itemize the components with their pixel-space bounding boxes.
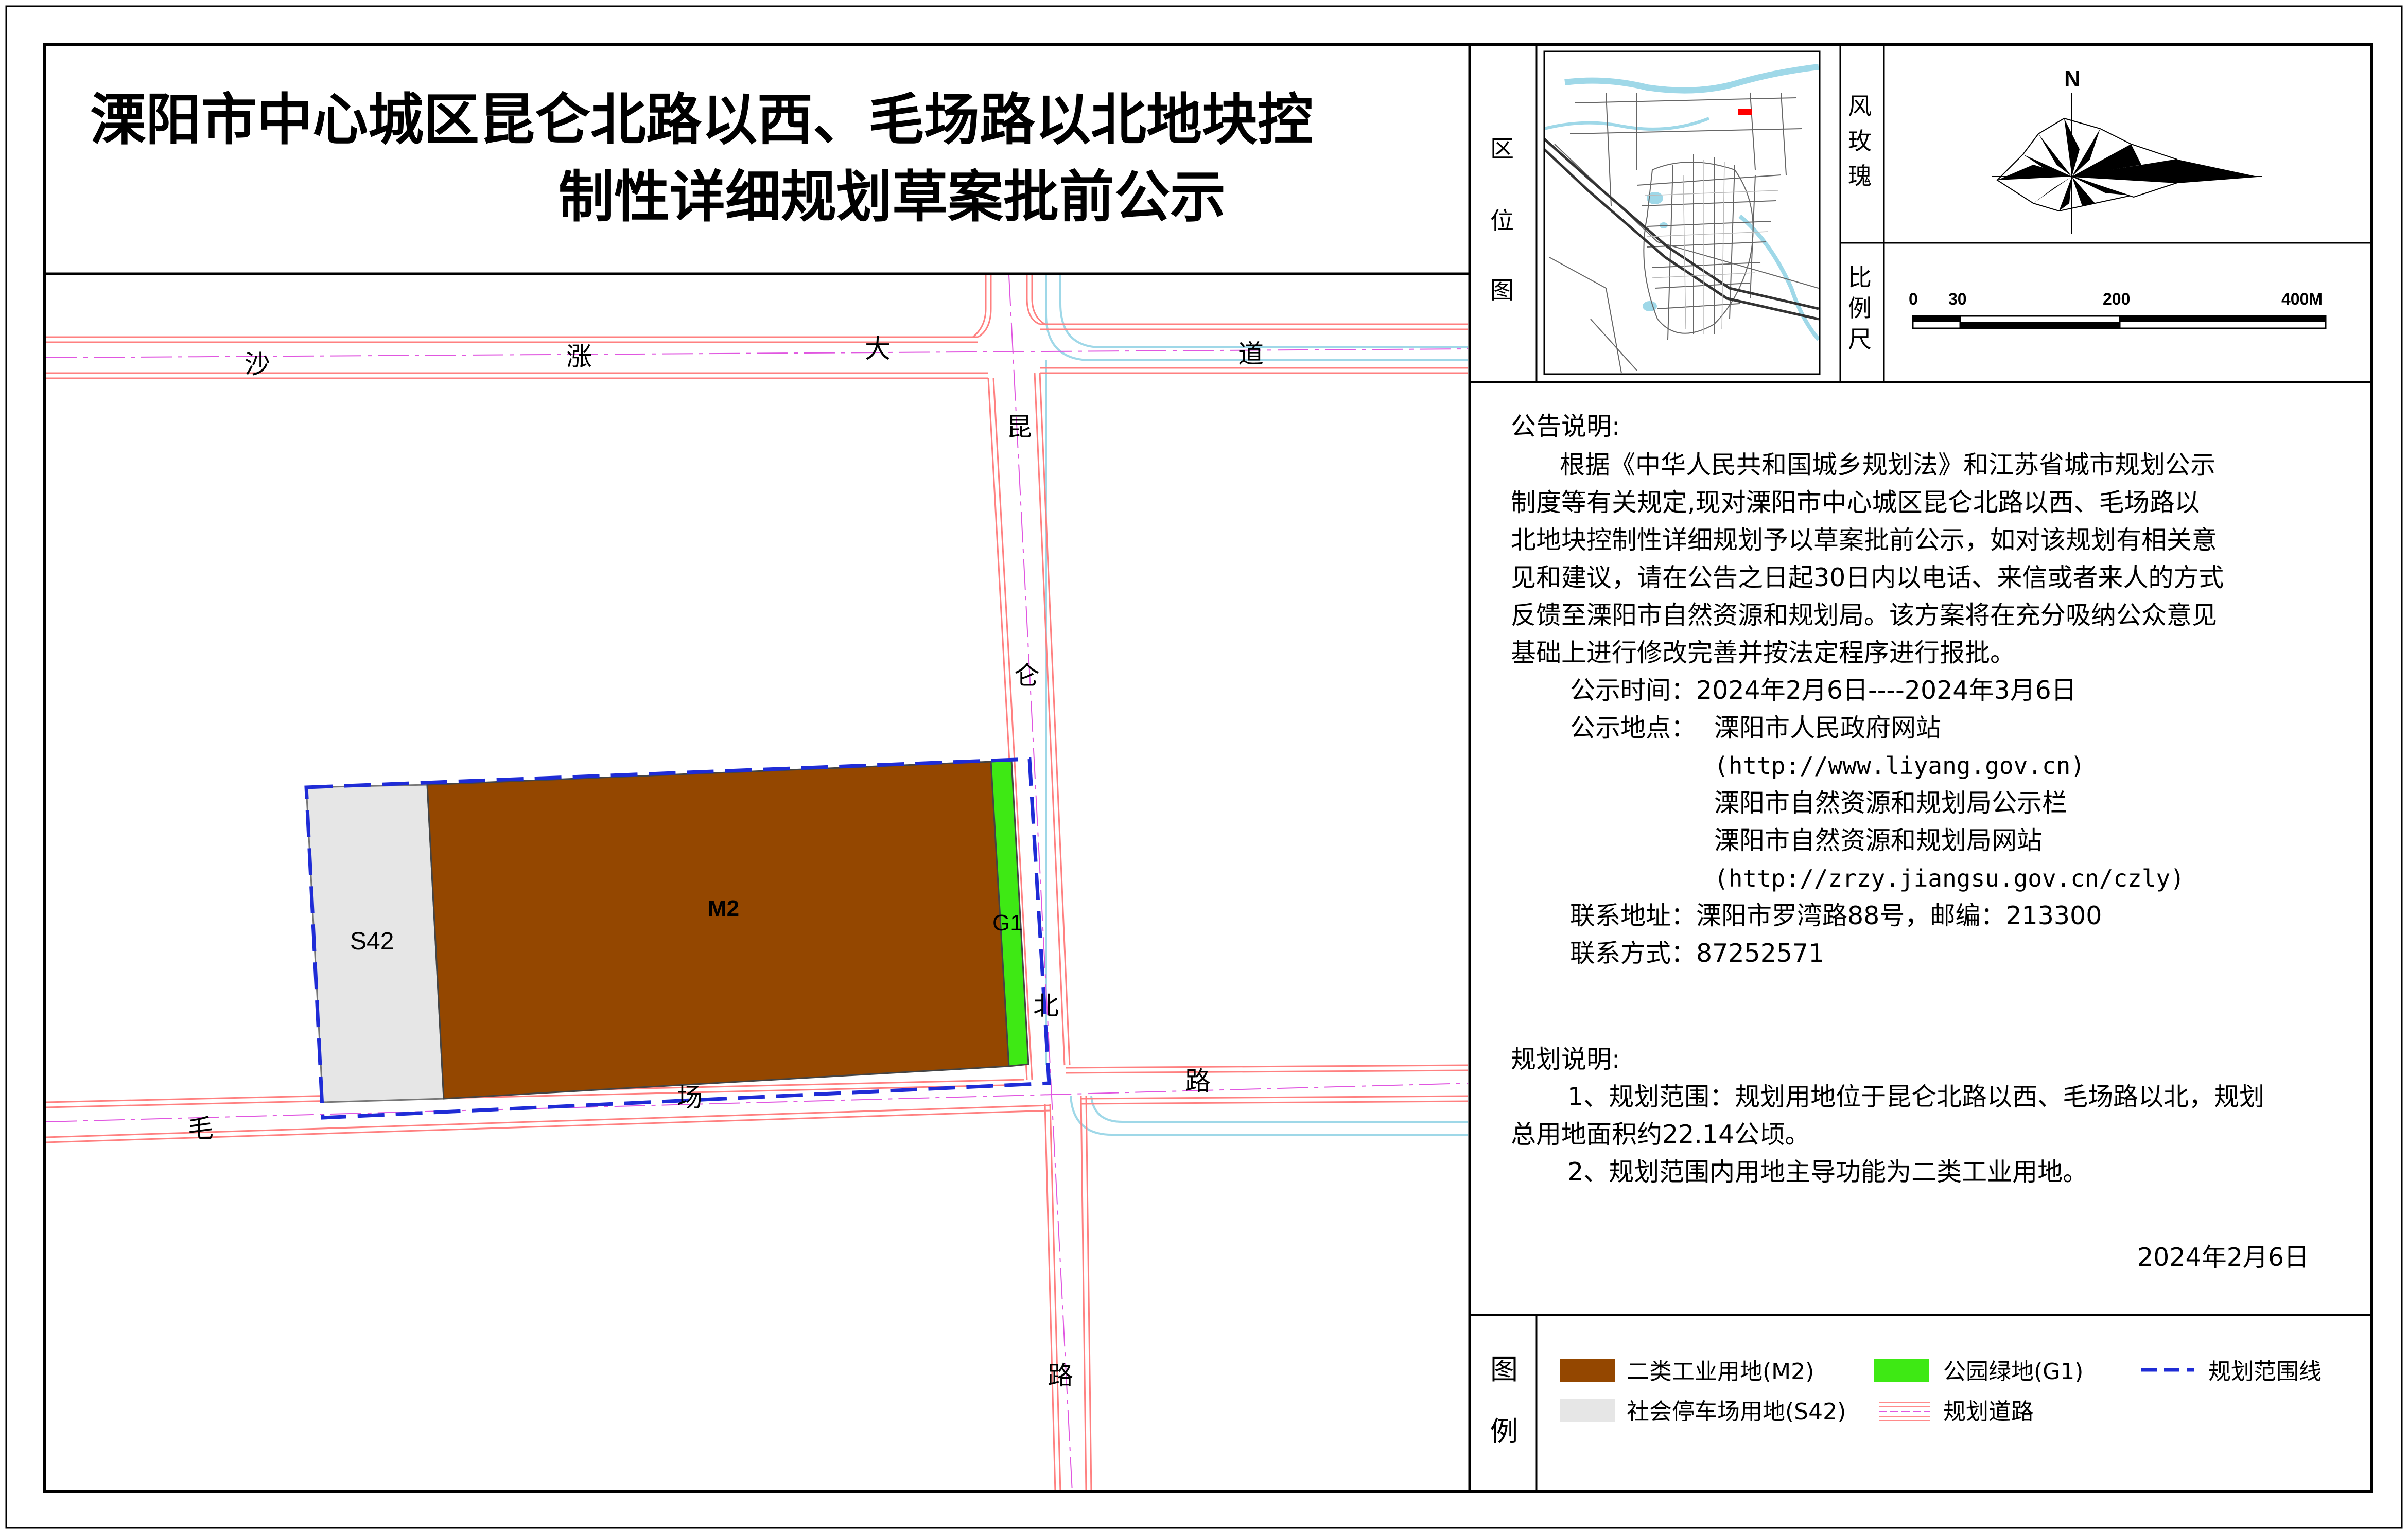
- locator-map: [1543, 50, 1821, 375]
- north-label: N: [2064, 66, 2081, 92]
- plan-item-1-line-1: 1、规划范围：规划用地位于昆仑北路以西、毛场路以北，规划: [1567, 1082, 2264, 1112]
- notice-section: 公告说明: 根据《中华人民共和国城乡规划法》和江苏省城市规划公示 制度等有关规定…: [1511, 412, 2224, 968]
- notice-contact: 联系方式：87252571: [1570, 939, 1824, 968]
- legend-label-char-1: 图: [1490, 1353, 1518, 1386]
- map-panel: S42 M2 G1 沙 涨 大 道 昆 仑 北 路 毛 场 路: [46, 275, 1468, 1490]
- locator-label-char-2: 位: [1490, 207, 1514, 235]
- road-shazhang-char-1: 沙: [245, 349, 270, 379]
- parcel-label-g1: G1: [992, 910, 1023, 936]
- title-line-2: 制性详细规划草案批前公示: [559, 165, 1226, 230]
- plan-heading: 规划说明:: [1511, 1045, 1620, 1074]
- road-kunlun-char-3: 北: [1033, 991, 1059, 1021]
- notice-place-3: 溧阳市自然资源和规划局公示栏: [1714, 788, 2067, 818]
- scale-bar: 0 30 200 400M: [1909, 290, 2327, 329]
- notice-line-5: 反馈至溧阳市自然资源和规划局。该方案将在充分吸纳公众意见: [1511, 601, 2217, 630]
- scale-label-char-1: 比: [1848, 263, 1872, 291]
- legend-label-boundary: 规划范围线: [2208, 1359, 2322, 1385]
- notice-line-1: 根据《中华人民共和国城乡规划法》和江苏省城市规划公示: [1560, 450, 2215, 480]
- plan-item-2: 2、规划范围内用地主导功能为二类工业用地。: [1567, 1157, 2088, 1187]
- notice-place-1: 溧阳市人民政府网站: [1714, 713, 1941, 743]
- notice-heading: 公告说明:: [1511, 412, 1620, 441]
- legend-label-road: 规划道路: [1943, 1399, 2034, 1425]
- plan-item-1-line-2: 总用地面积约22.14公顷。: [1511, 1120, 1810, 1149]
- notice-place-label: 公示地点：: [1570, 713, 1696, 743]
- scale-label-char-3: 尺: [1848, 325, 1872, 353]
- legend-label-m2: 二类工业用地(M2): [1627, 1359, 1814, 1385]
- scale-tick-0: 0: [1909, 290, 1918, 308]
- plan-section: 规划说明: 1、规划范围：规划用地位于昆仑北路以西、毛场路以北，规划 总用地面积…: [1511, 1045, 2264, 1187]
- wind-rose: N: [1992, 66, 2262, 234]
- notice-line-4: 见和建议，请在公告之日起30日内以电话、来信或者来人的方式: [1511, 563, 2224, 592]
- road-shazhang-char-2: 涨: [566, 342, 592, 372]
- legend-swatch-g1: [1874, 1359, 1929, 1382]
- legend-label-s42: 社会停车场用地(S42): [1627, 1399, 1846, 1425]
- locator-site-marker: [1738, 109, 1752, 115]
- locator-label-char-1: 区: [1490, 135, 1514, 163]
- legend-swatch-s42: [1560, 1399, 1615, 1422]
- scale-tick-400: 400M: [2281, 290, 2323, 308]
- scale-tick-200: 200: [2103, 290, 2130, 308]
- road-shazhang-char-4: 道: [1238, 339, 1264, 369]
- parcel-label-s42: S42: [350, 928, 394, 955]
- scale-label-char-2: 例: [1848, 294, 1872, 322]
- road-kunlun-char-1: 昆: [1006, 412, 1032, 442]
- legend-label-char-2: 例: [1490, 1415, 1518, 1448]
- parcel-label-m2: M2: [708, 896, 739, 921]
- compass-label-char-1: 风: [1848, 92, 1872, 120]
- notice-time: 公示时间：2024年2月6日----2024年3月6日: [1570, 676, 2077, 705]
- notice-address: 联系地址：溧阳市罗湾路88号，邮编：213300: [1570, 901, 2102, 930]
- notice-place-5[interactable]: (http://zrzy.jiangsu.gov.cn/czly): [1714, 865, 2185, 892]
- legend-label-g1: 公园绿地(G1): [1943, 1359, 2083, 1385]
- legend-swatch-m2: [1560, 1359, 1615, 1382]
- notice-place-4: 溧阳市自然资源和规划局网站: [1714, 826, 2042, 855]
- road-maochang-char-3: 路: [1185, 1066, 1211, 1096]
- notice-date: 2024年2月6日: [2137, 1243, 2309, 1272]
- notice-place-2[interactable]: (http://www.liyang.gov.cn): [1714, 752, 2085, 780]
- legend-swatch-road: [1879, 1402, 1930, 1421]
- notice-line-2: 制度等有关规定,现对溧阳市中心城区昆仑北路以西、毛场路以: [1511, 488, 2200, 517]
- compass-label-char-3: 瑰: [1848, 162, 1872, 190]
- road-maochang-char-2: 场: [677, 1083, 703, 1113]
- road-shazhang-char-3: 大: [865, 334, 891, 364]
- compass-label-char-2: 玫: [1848, 127, 1872, 155]
- planning-sheet: 溧阳市中心城区昆仑北路以西、毛场路以北地块控 制性详细规划草案批前公示 S42 …: [5, 5, 2403, 1529]
- road-kunlun-char-4: 路: [1048, 1361, 1073, 1390]
- canal: [1045, 275, 1468, 1136]
- legend: 二类工业用地(M2) 公园绿地(G1) 规划范围线 社会停车场用地(S42) 规…: [1560, 1359, 2322, 1425]
- notice-line-6: 基础上进行修改完善并按法定程序进行报批。: [1511, 638, 2015, 667]
- scale-tick-30: 30: [1948, 290, 1967, 308]
- road-kunlun-char-2: 仑: [1014, 661, 1040, 691]
- locator-label-char-3: 图: [1490, 276, 1514, 304]
- parcel-m2[interactable]: [426, 761, 1010, 1100]
- notice-line-3: 北地块控制性详细规划予以草案批前公示，如对该规划有相关意: [1511, 525, 2217, 555]
- title-line-1: 溧阳市中心城区昆仑北路以西、毛场路以北地块控: [90, 88, 1313, 152]
- road-maochang-char-1: 毛: [188, 1114, 214, 1143]
